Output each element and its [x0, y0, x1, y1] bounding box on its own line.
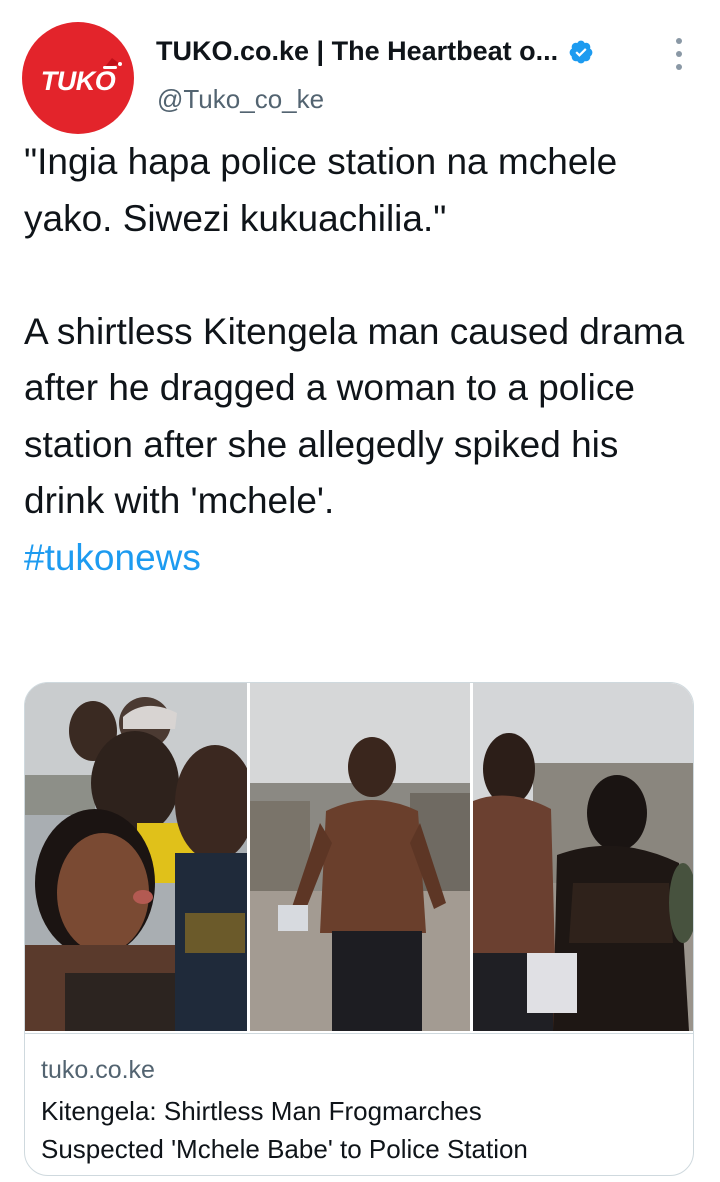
card-domain: tuko.co.ke	[41, 1056, 155, 1084]
card-image[interactable]	[25, 683, 693, 1031]
shirtless-man-photo	[250, 683, 470, 1031]
hashtag-link[interactable]: #tukonews	[24, 530, 704, 587]
santa-hat-icon	[103, 58, 122, 69]
account-name-row[interactable]: TUKO.co.ke | The Heartbeat o...	[156, 36, 594, 67]
card-meta[interactable]: tuko.co.ke Kitengela: Shirtless Man Frog…	[25, 1033, 693, 1175]
crowd-photo	[25, 683, 247, 1031]
card-title-line: Suspected 'Mchele Babe' to Police Statio…	[41, 1134, 528, 1164]
avatar[interactable]: TUKO	[22, 22, 134, 134]
tweet-quote: "Ingia hapa police station na mchele yak…	[24, 141, 618, 239]
tweet[interactable]: TUKO TUKO.co.ke | The Heartbeat o... @Tu…	[0, 0, 720, 1182]
tweet-body: A shirtless Kitengela man caused drama a…	[24, 310, 685, 522]
more-options-icon[interactable]	[674, 38, 684, 70]
man-and-woman-photo	[473, 683, 693, 1031]
link-preview-card[interactable]: tuko.co.ke Kitengela: Shirtless Man Frog…	[24, 682, 694, 1176]
account-handle[interactable]: @Tuko_co_ke	[157, 84, 324, 115]
display-name[interactable]: TUKO.co.ke | The Heartbeat o...	[156, 36, 558, 67]
tweet-text: "Ingia hapa police station na mchele yak…	[24, 134, 704, 586]
card-title[interactable]: Kitengela: Shirtless Man Frogmarches Sus…	[41, 1092, 681, 1168]
verified-badge-icon	[569, 40, 593, 63]
avatar-logo-text: TUKO	[40, 65, 116, 96]
card-title-line: Kitengela: Shirtless Man Frogmarches	[41, 1096, 482, 1126]
